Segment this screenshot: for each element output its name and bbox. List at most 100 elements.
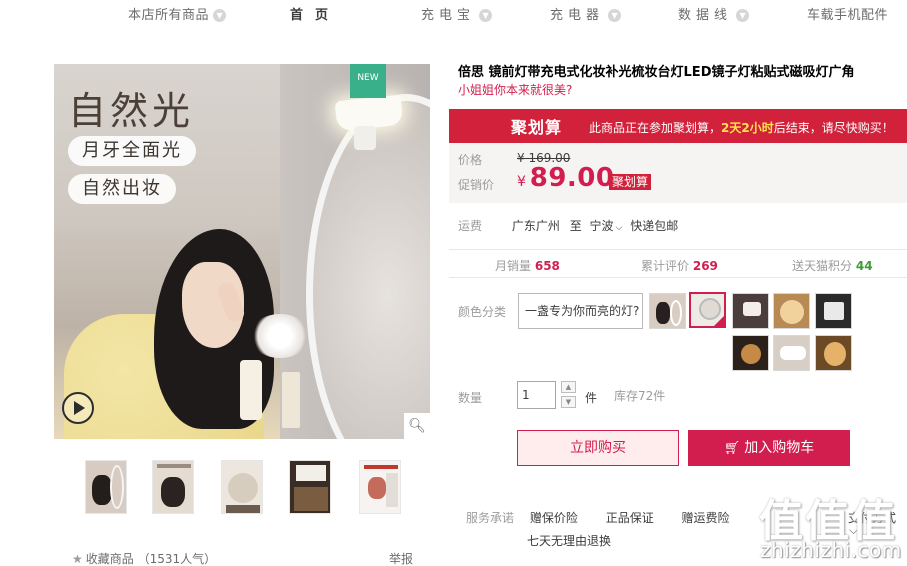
thumbnail-5[interactable] (359, 460, 401, 514)
monthly-sales-value: 658 (534, 259, 560, 273)
color-swatch-3[interactable] (732, 293, 769, 329)
promo-price-value: 89.00 (529, 163, 615, 193)
swatch-lamp (824, 302, 844, 320)
thumbnail-figure (368, 477, 386, 499)
nav-cable-label: 数据线 (678, 8, 733, 23)
swatch-lamp (780, 346, 806, 360)
service-label: 服务承诺 (466, 511, 515, 525)
shop-nav: 本店所有商品 ▼ 首页 充电宝 ▼ 充电器 ▼ 数据线 ▼ 车载手机配件 (0, 0, 907, 28)
zoom-button[interactable]: 🔍︎ (404, 413, 430, 439)
service-item[interactable]: 正品保证 (606, 511, 654, 525)
nav-car-accessories-label: 车载手机配件 (807, 8, 889, 23)
currency-symbol: ¥ (517, 174, 526, 190)
promo-notice-suffix: 后结束，请尽快购买！ (773, 121, 894, 135)
nav-power-bank-label: 充电宝 (421, 8, 476, 23)
shipping-destination-select[interactable]: 宁波 ⌵ (590, 219, 627, 233)
promo-price-tag: 聚划算 (609, 174, 652, 190)
shipping-to-city: 宁波 (589, 219, 614, 233)
promo-price-label: 促销价 (458, 178, 495, 192)
nav-car-accessories[interactable]: 车载手机配件 (807, 4, 888, 23)
tmall-points-label: 送天猫积分 (792, 259, 853, 273)
favorite-button[interactable]: ★ 收藏商品 （1531人气） (72, 550, 216, 566)
monthly-sales-label: 月销量 (495, 259, 532, 273)
buy-now-button[interactable]: 立即购买 (517, 430, 679, 466)
color-swatch-6[interactable] (732, 335, 769, 371)
stock-count: 库存72件 (614, 389, 666, 403)
promo-price: ¥ 89.00 (517, 163, 615, 193)
thumbnail-2[interactable] (152, 460, 194, 514)
stats-row: 月销量 658 累计评价 269 送天猫积分 44 (449, 249, 907, 278)
promo-banner: 聚划算 此商品正在参加聚划算，2天2小时后结束，请尽快购买！ (449, 109, 907, 143)
service-promises: 服务承诺 赠保价险 正品保证 赠运费险 (466, 509, 754, 526)
flowers-illustration (250, 314, 310, 358)
main-product-image[interactable]: 自然光 月牙全面光 自然出妆 NEW 🔍︎ (54, 64, 430, 439)
promo-countdown: 2天2小时 (721, 121, 774, 135)
add-to-cart-button[interactable]: 🛒︎ 加入购物车 (688, 430, 850, 466)
thumbnail-mirror (228, 473, 258, 503)
chevron-down-icon: ▼ (565, 398, 572, 406)
swatch-mirror (670, 300, 682, 326)
nav-all-products[interactable]: 本店所有商品 ▼ (128, 4, 227, 23)
thumbnail-strip (226, 505, 260, 513)
tmall-points-value: 44 (855, 259, 873, 273)
image-tag-1: 月牙全面光 (68, 136, 196, 166)
bottles-illustration (240, 360, 262, 420)
quantity-input[interactable] (517, 381, 556, 409)
thumbnail-1[interactable] (85, 460, 127, 514)
color-swatch-1[interactable] (649, 293, 686, 329)
thumbnail-panel (386, 473, 398, 507)
play-icon (74, 401, 85, 415)
selected-check-icon (714, 316, 724, 326)
service-item[interactable]: 七天无理由退换 (527, 532, 611, 549)
chevron-down-icon: ▼ (479, 9, 493, 22)
thumbnail-panel (296, 465, 326, 481)
thumbnail-3[interactable] (221, 460, 263, 514)
quantity-decrease-button[interactable]: ▼ (561, 396, 576, 408)
review-count-value: 269 (692, 259, 718, 273)
favorite-label: 收藏商品 (85, 552, 134, 566)
nav-power-bank[interactable]: 充电宝 ▼ (421, 4, 493, 23)
product-subtitle: 小姐姐你本来就很美? (458, 83, 573, 97)
star-icon: ★ (72, 552, 83, 566)
add-to-cart-label: 加入购物车 (744, 440, 815, 456)
color-swatch-5[interactable] (815, 293, 852, 329)
swatch-figure (656, 302, 670, 324)
service-item[interactable]: 赠保价险 (530, 511, 578, 525)
color-swatch-8[interactable] (815, 335, 852, 371)
review-count[interactable]: 累计评价 269 (641, 257, 718, 274)
nav-home[interactable]: 首页 (290, 4, 340, 23)
swatch-glow (824, 342, 846, 366)
image-tag-2: 自然出妆 (68, 174, 176, 204)
service-item[interactable]: 赠运费险 (682, 511, 730, 525)
thumbnail-figure (92, 475, 112, 505)
price-label: 价格 (458, 153, 483, 167)
thumbnail-caption-bar (157, 464, 191, 468)
quantity-label: 数量 (458, 391, 483, 405)
favorite-popularity: （1531人气） (137, 552, 217, 566)
chevron-down-icon: ▼ (736, 9, 750, 22)
juhuasuan-logo: 聚划算 (511, 118, 563, 137)
price-box: 价格 ¥ 169.00 促销价 ¥ 89.00 聚划算 (449, 143, 907, 203)
product-title: 倍思 镜前灯带充电式化妆补光梳妆台灯LED镜子灯粘贴式磁吸灯广角 (458, 65, 855, 80)
nav-charger[interactable]: 充电器 ▼ (550, 4, 622, 23)
report-link[interactable]: 举报 (389, 550, 413, 566)
color-option-text[interactable]: 一盏专为你而亮的灯? (518, 293, 643, 329)
color-swatch-4[interactable] (773, 293, 810, 329)
nav-all-products-label: 本店所有商品 (128, 8, 210, 23)
shipping-to-word: 至 (569, 219, 582, 233)
thumbnail-4[interactable] (289, 460, 331, 514)
thumbnail-panel (294, 487, 328, 511)
lamp-clip-illustration (354, 126, 376, 150)
color-swatch-2[interactable] (689, 292, 726, 328)
play-video-button[interactable] (62, 392, 94, 424)
cart-icon: 🛒︎ (723, 441, 741, 456)
review-count-label: 累计评价 (641, 259, 690, 273)
promo-notice-prefix: 此商品正在参加聚划算， (589, 121, 722, 135)
color-swatch-7[interactable] (773, 335, 810, 371)
quantity-increase-button[interactable]: ▲ (561, 381, 576, 393)
quantity-unit: 件 (585, 391, 598, 405)
swatch-glow (780, 300, 804, 324)
color-label: 颜色分类 (458, 305, 507, 319)
magnifier-icon: 🔍︎ (408, 418, 426, 434)
nav-cable[interactable]: 数据线 ▼ (678, 4, 750, 23)
